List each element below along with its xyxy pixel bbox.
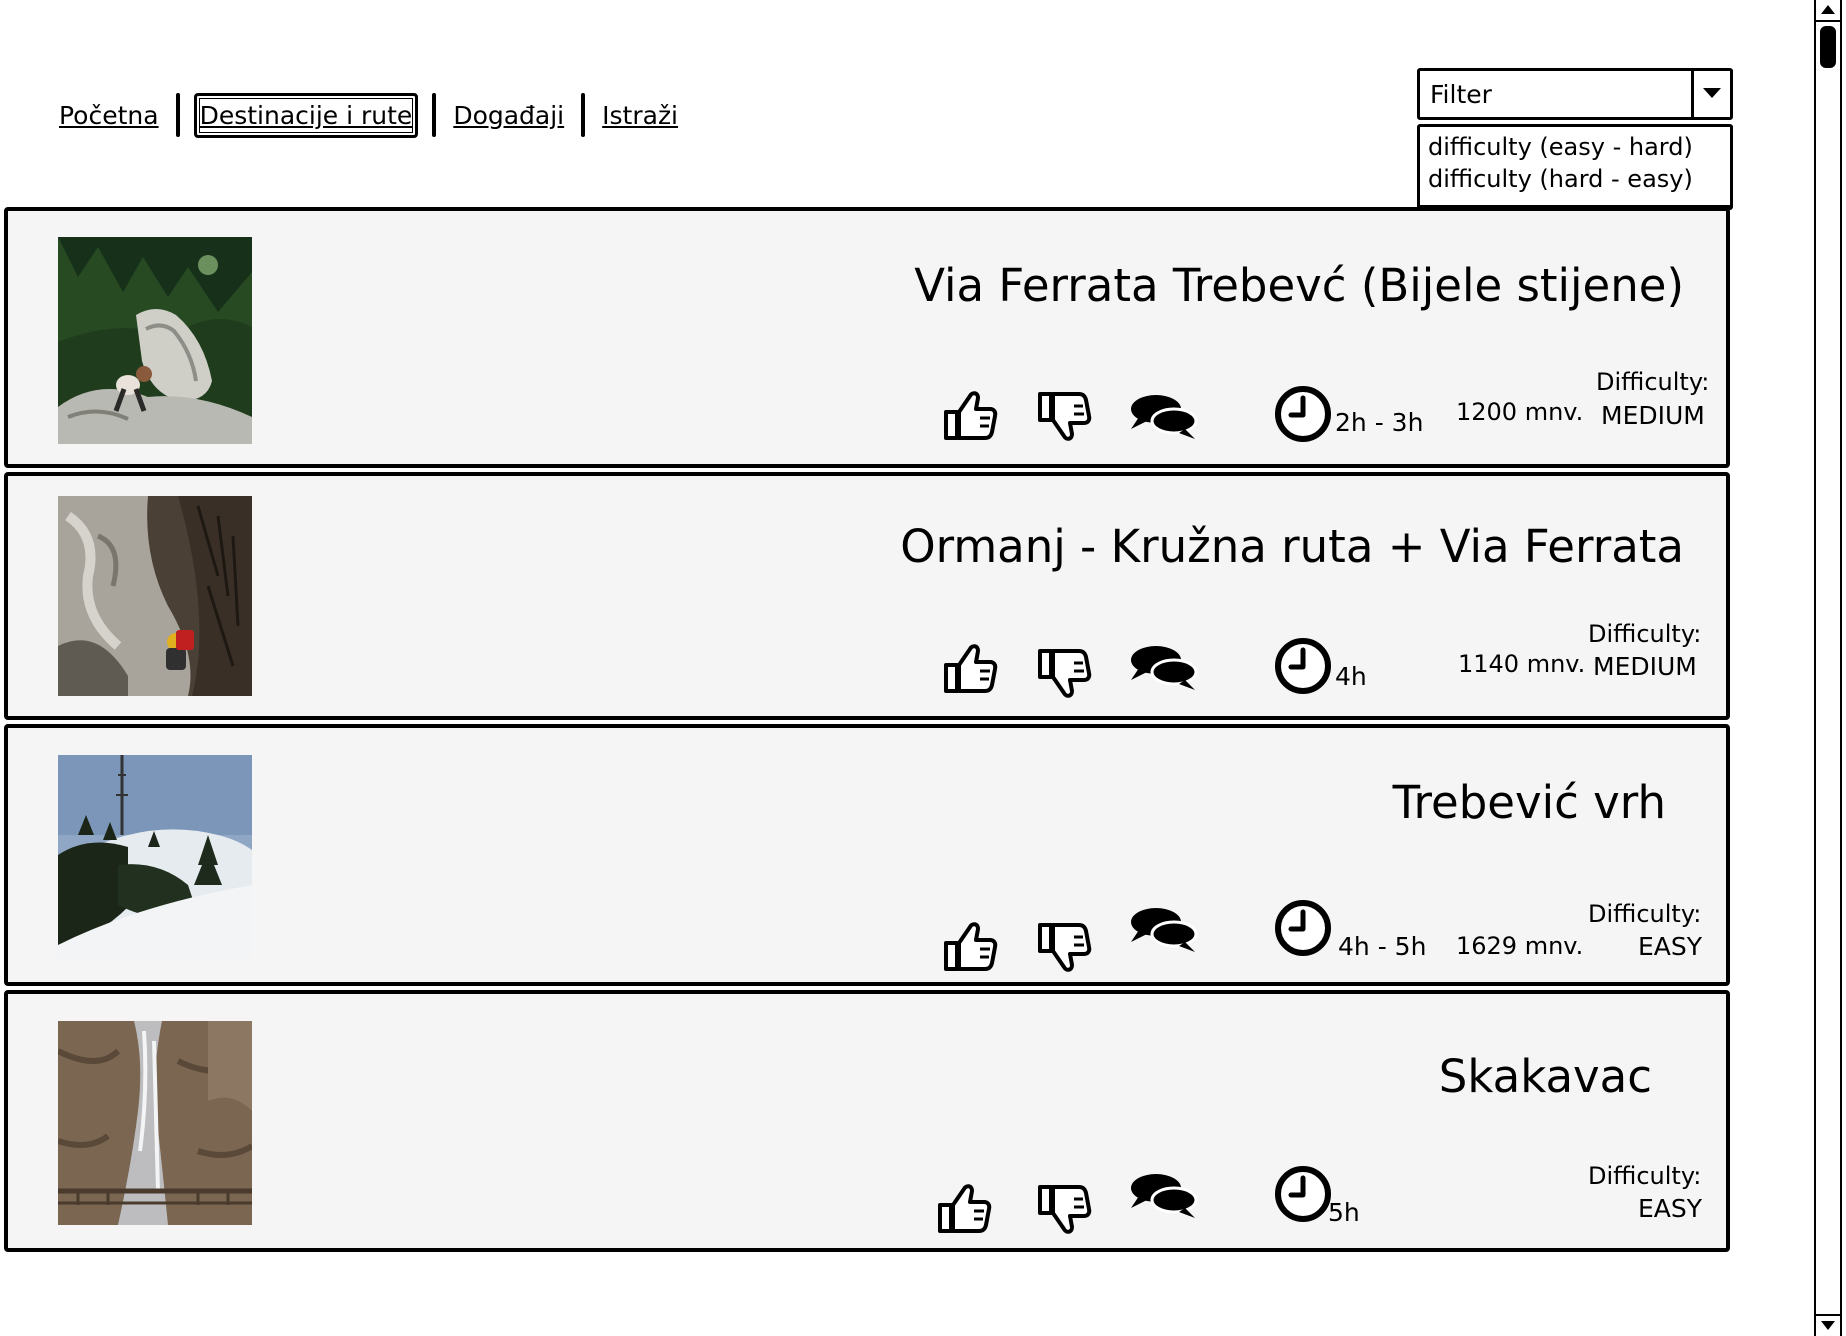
thumbs-down-icon[interactable] <box>1034 644 1094 706</box>
route-duration: 4h <box>1335 662 1367 691</box>
route-photo <box>58 1021 252 1225</box>
route-title[interactable]: Skakavac <box>1439 1050 1652 1103</box>
route-card[interactable]: Via Ferrata Trebevć (Bijele stijene) 2h … <box>4 207 1730 468</box>
speech-bubbles-icon[interactable] <box>1129 1170 1199 1220</box>
route-duration: 2h - 3h <box>1335 408 1424 437</box>
difficulty-value: MEDIUM <box>1593 652 1697 681</box>
route-title[interactable]: Via Ferrata Trebevć (Bijele stijene) <box>914 259 1684 312</box>
nav-link-destinacije[interactable]: Destinacije i rute <box>193 92 419 138</box>
clock-icon <box>1273 636 1333 696</box>
scroll-down-arrow-icon[interactable] <box>1816 1314 1840 1336</box>
nav-link-istrazi[interactable]: Istraži <box>599 95 681 136</box>
scroll-up-arrow-icon[interactable] <box>1816 0 1840 22</box>
nav-divider <box>175 93 180 137</box>
speech-bubbles-icon[interactable] <box>1129 904 1199 954</box>
difficulty-label: Difficulty: <box>1588 620 1702 648</box>
difficulty-label: Difficulty: <box>1588 900 1702 928</box>
thumbs-up-icon[interactable] <box>934 1176 994 1238</box>
filter-option-hard-easy[interactable]: difficulty (hard - easy) <box>1428 163 1722 195</box>
route-card[interactable]: Ormanj - Kružna ruta + Via Ferrata 4h 11… <box>4 472 1730 720</box>
difficulty-value: EASY <box>1638 1194 1703 1223</box>
route-elevation: 1629 mnv. <box>1456 932 1584 960</box>
route-duration: 5h <box>1328 1198 1360 1227</box>
filter-options-list: difficulty (easy - hard) difficulty (har… <box>1417 124 1733 210</box>
filter-option-easy-hard[interactable]: difficulty (easy - hard) <box>1428 131 1722 163</box>
route-elevation: 1140 mnv. <box>1458 650 1586 678</box>
thumbs-up-icon[interactable] <box>940 383 1000 445</box>
speech-bubbles-icon[interactable] <box>1129 642 1199 692</box>
thumbs-up-icon[interactable] <box>940 914 1000 976</box>
vertical-scrollbar[interactable] <box>1814 0 1842 1336</box>
route-card[interactable]: Trebević vrh 4h - 5h 1629 mnv. Difficult… <box>4 724 1730 986</box>
nav-divider <box>581 93 586 137</box>
route-title[interactable]: Ormanj - Kružna ruta + Via Ferrata <box>900 520 1684 573</box>
filter-select[interactable]: Filter <box>1417 68 1733 120</box>
clock-icon <box>1273 384 1333 444</box>
clock-icon <box>1273 898 1333 958</box>
thumbs-down-icon[interactable] <box>1034 387 1094 449</box>
route-title[interactable]: Trebević vrh <box>1393 776 1666 829</box>
scrollbar-thumb[interactable] <box>1820 26 1836 68</box>
route-photo <box>58 755 252 959</box>
thumbs-up-icon[interactable] <box>940 636 1000 698</box>
filter-label: Filter <box>1430 80 1492 109</box>
clock-icon <box>1273 1164 1333 1224</box>
thumbs-down-icon[interactable] <box>1034 1180 1094 1242</box>
difficulty-label: Difficulty: <box>1588 1162 1702 1190</box>
speech-bubbles-icon[interactable] <box>1129 391 1199 441</box>
route-card[interactable]: Skakavac 5h Difficulty: EASY <box>4 990 1730 1252</box>
route-duration: 4h - 5h <box>1338 932 1427 961</box>
thumbs-down-icon[interactable] <box>1034 918 1094 980</box>
difficulty-value: EASY <box>1638 932 1703 961</box>
nav-link-pocetna[interactable]: Početna <box>56 95 162 136</box>
difficulty-label: Difficulty: <box>1596 368 1710 396</box>
route-photo <box>58 237 252 444</box>
route-elevation: 1200 mnv. <box>1456 398 1584 426</box>
nav-link-dogadjaji[interactable]: Događaji <box>450 95 567 136</box>
nav-divider <box>432 93 437 137</box>
difficulty-value: MEDIUM <box>1601 401 1705 430</box>
main-nav: Početna Destinacije i rute Događaji Istr… <box>56 90 681 140</box>
chevron-down-icon[interactable] <box>1691 71 1730 117</box>
route-photo <box>58 496 252 696</box>
